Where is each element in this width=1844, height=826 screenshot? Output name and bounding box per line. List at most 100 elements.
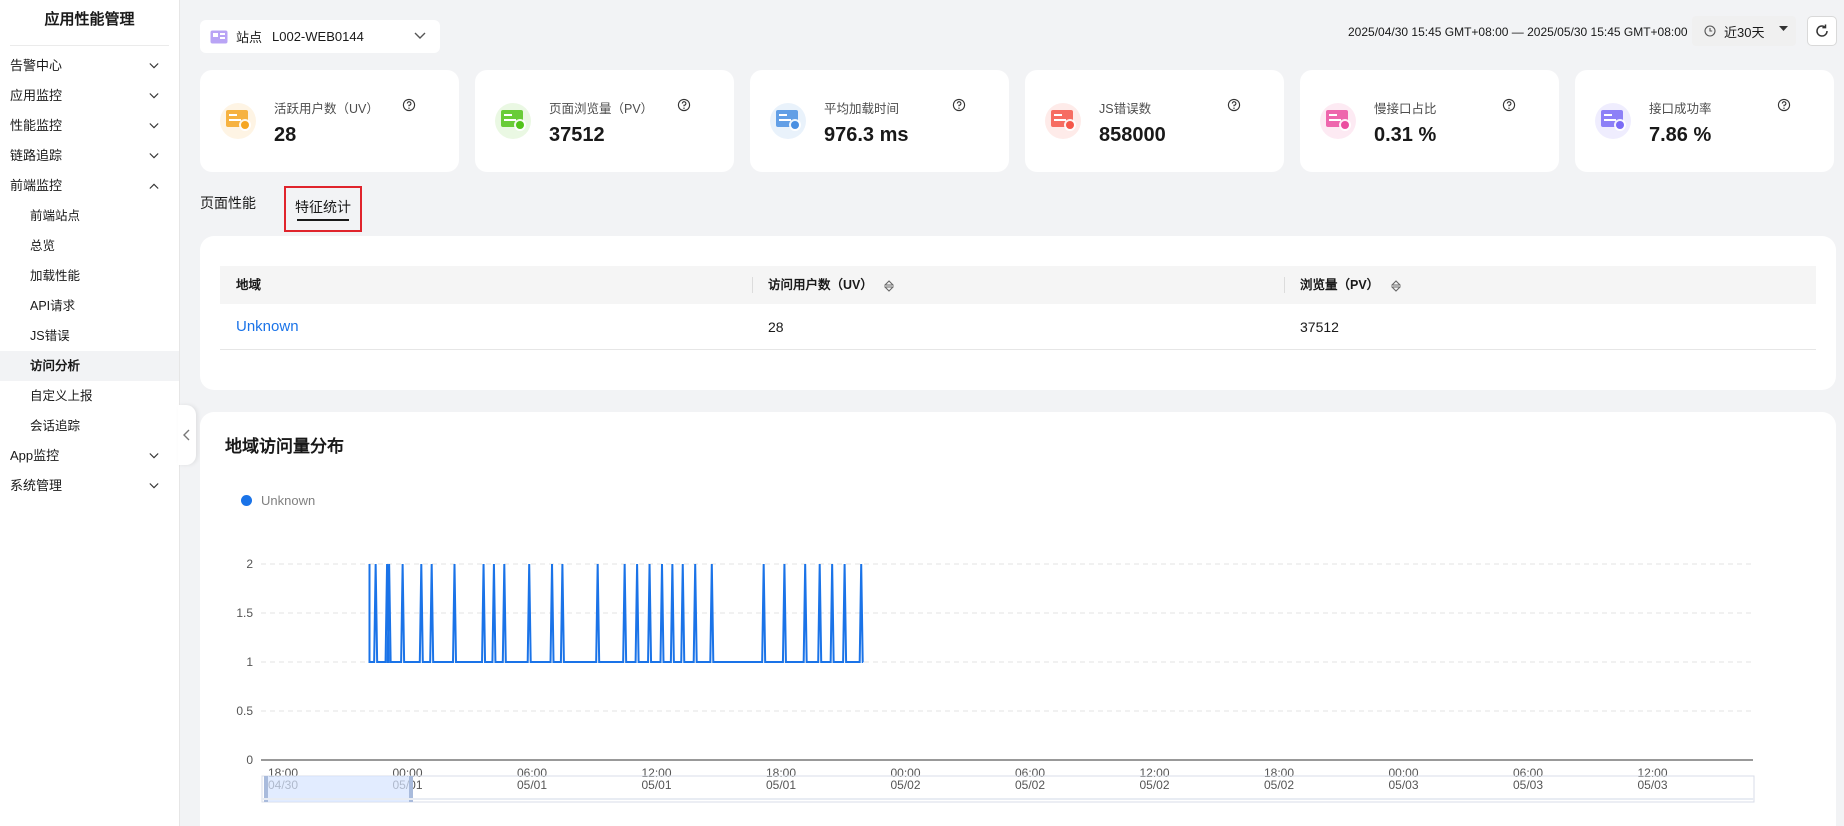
metric-value: 0.31 % (1374, 124, 1437, 146)
y-tick-label: 1 (246, 655, 253, 669)
time-range-text: 2025/04/30 15:45 GMT+08:00 — 2025/05/30 … (1348, 25, 1688, 39)
metric-value: 37512 (549, 124, 605, 146)
sidebar-item[interactable]: 告警中心 (0, 51, 179, 81)
metric-label: 活跃用户数（UV） (274, 102, 379, 116)
metric-card: 接口成功率 7.86 % (1575, 70, 1834, 172)
tab-feature-statistics[interactable]: 特征统计 (284, 186, 362, 232)
metric-cards: 活跃用户数（UV） 28 页面浏览量（PV） 37512 平均加载时间 976.3 ms J… (200, 70, 1834, 172)
sidebar-item[interactable]: 链路追踪 (0, 141, 179, 171)
sidebar-subitem[interactable]: 前端站点 (0, 201, 179, 231)
region-table-panel: 地域 访问用户数（UV） 浏览量（PV） Unknown 28 37512 (200, 236, 1836, 390)
refresh-button[interactable] (1807, 16, 1837, 46)
sidebar-item[interactable]: 应用监控 (0, 81, 179, 111)
js-error-icon (1045, 103, 1081, 139)
sidebar: 应用性能管理 告警中心应用监控性能监控链路追踪 前端监控 前端站点 总览 加载性能 API… (0, 0, 180, 826)
sidebar-subitem[interactable]: 总览 (0, 231, 179, 261)
region-line-chart: 00.511.5218:0004/3000:0005/0106:0005/011… (236, 557, 1755, 803)
sidebar-item-label: 性能监控 (10, 118, 63, 133)
metric-card: 活跃用户数（UV） 28 (200, 70, 459, 172)
x-tick-date: 05/01 (517, 778, 547, 792)
x-tick-date: 05/02 (1015, 778, 1045, 792)
x-tick-date: 05/03 (1513, 778, 1543, 792)
metric-value: 976.3 ms (824, 124, 909, 146)
metric-label: 平均加载时间 (824, 102, 900, 116)
chevron-down-icon (149, 453, 159, 459)
help-icon[interactable] (1227, 98, 1241, 112)
uv-cell: 28 (768, 319, 784, 335)
table-row: Unknown 28 37512 (220, 304, 1816, 350)
x-tick-date: 05/03 (1388, 778, 1418, 792)
api-success-icon (1595, 103, 1631, 139)
sidebar-subitem[interactable]: API请求 (0, 291, 179, 321)
y-tick-label: 0.5 (236, 704, 253, 718)
sidebar-item-label: 系统管理 (10, 478, 63, 493)
metric-card: 慢接口占比 0.31 % (1300, 70, 1559, 172)
tab-feature-statistics-label: 特征统计 (295, 199, 351, 215)
y-tick-label: 2 (246, 557, 253, 571)
chevron-down-icon (149, 153, 159, 159)
chevron-down-icon (149, 93, 159, 99)
x-tick-date: 05/01 (766, 778, 796, 792)
sidebar-collapse-button[interactable] (178, 405, 196, 465)
tab-page-performance[interactable]: 页面性能 (200, 186, 284, 232)
sidebar-subitem[interactable]: 会话追踪 (0, 411, 179, 441)
help-icon[interactable] (402, 98, 416, 112)
active-tab-indicator (297, 219, 349, 221)
sidebar-item[interactable]: App监控 (0, 441, 179, 471)
y-tick-label: 0 (246, 753, 253, 767)
chevron-down-icon (149, 483, 159, 489)
chevron-left-icon (183, 429, 190, 441)
clock-icon (1704, 25, 1716, 37)
site-selector[interactable]: 站点 L002-WEB0144 (200, 20, 440, 53)
sidebar-item-label: 告警中心 (10, 58, 63, 73)
app-title: 应用性能管理 (10, 0, 169, 46)
chevron-down-icon (414, 32, 426, 39)
x-tick-date: 05/02 (1264, 778, 1294, 792)
metric-label: 页面浏览量（PV） (549, 102, 654, 116)
slow-api-icon (1320, 103, 1356, 139)
sidebar-item-label: 应用监控 (10, 88, 63, 103)
chevron-up-icon (149, 183, 159, 189)
site-icon (210, 30, 228, 43)
metric-label: 慢接口占比 (1374, 102, 1437, 116)
metric-card: 页面浏览量（PV） 37512 (475, 70, 734, 172)
load-time-icon (770, 103, 806, 139)
sidebar-subitem[interactable]: 自定义上报 (0, 381, 179, 411)
sidebar-subitem[interactable]: 加载性能 (0, 261, 179, 291)
region-chart-panel: 地域访问量分布 Unknown 00.511.5218:0004/3000:00… (200, 412, 1836, 826)
column-header-region: 地域 (236, 278, 262, 292)
sidebar-subitem[interactable]: 访问分析 (0, 351, 179, 381)
region-link[interactable]: Unknown (220, 304, 752, 349)
sidebar-item[interactable]: 前端监控 (0, 171, 179, 201)
help-icon[interactable] (1502, 98, 1516, 112)
region-table: 地域 访问用户数（UV） 浏览量（PV） Unknown 28 37512 (220, 266, 1816, 350)
column-header-pv[interactable]: 浏览量（PV） (1284, 266, 1816, 304)
metric-value: 858000 (1099, 124, 1166, 146)
table-header: 地域 访问用户数（UV） 浏览量（PV） (220, 266, 1816, 304)
site-value: L002-WEB0144 (272, 29, 364, 44)
x-tick-date: 05/02 (1139, 778, 1169, 792)
x-tick-date: 05/01 (641, 778, 671, 792)
time-range-selector[interactable]: 近30天 (1692, 16, 1796, 46)
sidebar-item-label: App监控 (10, 448, 60, 463)
refresh-icon (1816, 24, 1828, 37)
metric-label: JS错误数 (1099, 102, 1152, 116)
sort-icon[interactable] (1390, 279, 1401, 292)
column-header-uv[interactable]: 访问用户数（UV） (752, 266, 1284, 304)
sort-icon[interactable] (884, 279, 895, 292)
caret-down-icon (1779, 26, 1788, 31)
page-view-icon (495, 103, 531, 139)
metric-label: 接口成功率 (1649, 102, 1712, 116)
sidebar-item[interactable]: 性能监控 (0, 111, 179, 141)
help-icon[interactable] (677, 98, 691, 112)
pv-cell: 37512 (1300, 319, 1339, 335)
sidebar-subitem[interactable]: JS错误 (0, 321, 179, 351)
sidebar-item[interactable]: 系统管理 (0, 471, 179, 501)
site-label: 站点 (236, 30, 263, 45)
chevron-down-icon (149, 123, 159, 129)
tab-bar: 页面性能 特征统计 (200, 186, 362, 232)
help-icon[interactable] (952, 98, 966, 112)
chevron-down-icon (149, 63, 159, 69)
help-icon[interactable] (1777, 98, 1791, 112)
x-tick-date: 05/02 (890, 778, 920, 792)
